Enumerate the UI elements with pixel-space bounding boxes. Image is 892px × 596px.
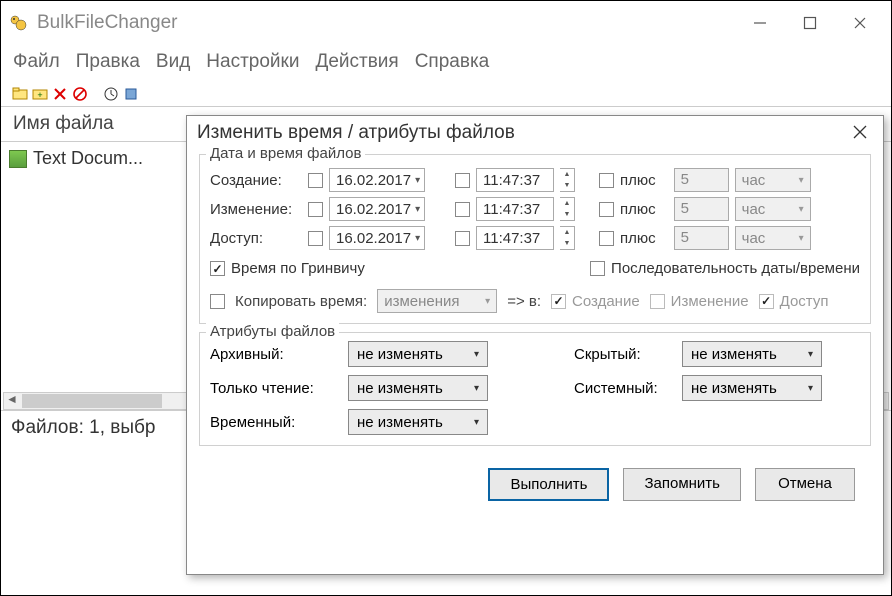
accessed-time-input[interactable]: 11:47:37 (476, 226, 554, 250)
modified-time-spinner[interactable]: ▲▼ (560, 197, 575, 221)
menu-edit[interactable]: Правка (76, 51, 140, 73)
menu-view[interactable]: Вид (156, 51, 190, 73)
copy-to-accessed-checkbox (759, 294, 774, 309)
created-date-input[interactable]: 16.02.2017 (329, 168, 425, 192)
accessed-date-input[interactable]: 16.02.2017 (329, 226, 425, 250)
readonly-label: Только чтение: (210, 380, 340, 397)
accessed-time-spinner[interactable]: ▲▼ (560, 226, 575, 250)
maximize-button[interactable] (799, 12, 821, 34)
temporary-label: Временный: (210, 414, 340, 431)
datetime-legend: Дата и время файлов (206, 145, 365, 162)
menu-file[interactable]: Файл (13, 51, 60, 73)
clock-icon[interactable] (102, 85, 119, 102)
menu-actions[interactable]: Действия (315, 51, 398, 73)
created-offset-input[interactable]: 5 (674, 168, 729, 192)
attributes-group: Атрибуты файлов Архивный: не изменять Ск… (199, 332, 871, 446)
modified-time-checkbox[interactable] (455, 202, 470, 217)
created-time-input[interactable]: 11:47:37 (476, 168, 554, 192)
modified-plus-checkbox[interactable] (599, 202, 614, 217)
execute-button[interactable]: Выполнить (488, 468, 609, 501)
execute-icon[interactable] (122, 85, 139, 102)
titlebar: BulkFileChanger (1, 1, 891, 45)
plus-label: плюс (620, 230, 656, 247)
minimize-button[interactable] (749, 12, 771, 34)
modified-row: Изменение: 16.02.2017 11:47:37 ▲▼ плюс 5… (210, 197, 860, 221)
copy-time-checkbox[interactable] (210, 294, 225, 309)
created-date-checkbox[interactable] (308, 173, 323, 188)
datetime-group: Дата и время файлов Создание: 16.02.2017… (199, 154, 871, 324)
dialog-close-button[interactable] (847, 123, 873, 144)
gmt-label: Время по Гринвичу (231, 260, 365, 277)
created-row: Создание: 16.02.2017 11:47:37 ▲▼ плюс 5 … (210, 168, 860, 192)
created-unit-select[interactable]: час (735, 168, 811, 192)
plus-label: плюс (620, 172, 656, 189)
system-label: Системный: (574, 380, 674, 397)
archive-label: Архивный: (210, 346, 340, 363)
app-title: BulkFileChanger (37, 12, 749, 34)
modified-time-input[interactable]: 11:47:37 (476, 197, 554, 221)
plus-label: плюс (620, 201, 656, 218)
dialog-buttons: Выполнить Запомнить Отмена (199, 454, 871, 501)
modified-label: Изменение: (210, 201, 302, 218)
created-plus-checkbox[interactable] (599, 173, 614, 188)
remove-icon[interactable] (51, 85, 68, 102)
archive-select[interactable]: не изменять (348, 341, 488, 367)
clear-icon[interactable] (71, 85, 88, 102)
close-button[interactable] (849, 12, 871, 34)
copy-to-modified-checkbox (650, 294, 665, 309)
modified-offset-input[interactable]: 5 (674, 197, 729, 221)
copy-to-created-checkbox (551, 294, 566, 309)
window-controls (749, 12, 871, 34)
created-time-spinner[interactable]: ▲▼ (560, 168, 575, 192)
dialog-title: Изменить время / атрибуты файлов (197, 122, 847, 144)
copy-time-row: Копировать время: изменения => в: Создан… (210, 289, 860, 313)
sequence-label: Последовательность даты/времени (611, 260, 860, 277)
change-time-attributes-dialog: Изменить время / атрибуты файлов Дата и … (186, 115, 884, 575)
created-label: Создание: (210, 172, 302, 189)
hidden-label: Скрытый: (574, 346, 674, 363)
sequence-checkbox[interactable] (590, 261, 605, 276)
accessed-offset-input[interactable]: 5 (674, 226, 729, 250)
accessed-label: Доступ: (210, 230, 302, 247)
gmt-checkbox[interactable] (210, 261, 225, 276)
copy-source-select[interactable]: изменения (377, 289, 497, 313)
attributes-legend: Атрибуты файлов (206, 323, 339, 340)
menubar: Файл Правка Вид Настройки Действия Справ… (1, 45, 891, 83)
add-file-icon[interactable]: + (31, 85, 48, 102)
file-name: Text Docum... (33, 148, 143, 169)
modified-date-checkbox[interactable] (308, 202, 323, 217)
text-file-icon (9, 150, 27, 168)
accessed-date-checkbox[interactable] (308, 231, 323, 246)
arrow-label: => в: (507, 293, 541, 310)
copy-time-label: Копировать время: (235, 293, 367, 310)
accessed-plus-checkbox[interactable] (599, 231, 614, 246)
modified-date-input[interactable]: 16.02.2017 (329, 197, 425, 221)
accessed-unit-select[interactable]: час (735, 226, 811, 250)
svg-text:+: + (37, 90, 42, 100)
open-folder-icon[interactable] (11, 85, 28, 102)
readonly-select[interactable]: не изменять (348, 375, 488, 401)
menu-settings[interactable]: Настройки (206, 51, 299, 73)
remember-button[interactable]: Запомнить (623, 468, 741, 501)
app-icon (7, 12, 29, 34)
hidden-select[interactable]: не изменять (682, 341, 822, 367)
accessed-time-checkbox[interactable] (455, 231, 470, 246)
system-select[interactable]: не изменять (682, 375, 822, 401)
menu-help[interactable]: Справка (415, 51, 490, 73)
cancel-button[interactable]: Отмена (755, 468, 855, 501)
toolbar: + (1, 83, 891, 106)
accessed-row: Доступ: 16.02.2017 11:47:37 ▲▼ плюс 5 ча… (210, 226, 860, 250)
modified-unit-select[interactable]: час (735, 197, 811, 221)
temporary-select[interactable]: не изменять (348, 409, 488, 435)
created-time-checkbox[interactable] (455, 173, 470, 188)
